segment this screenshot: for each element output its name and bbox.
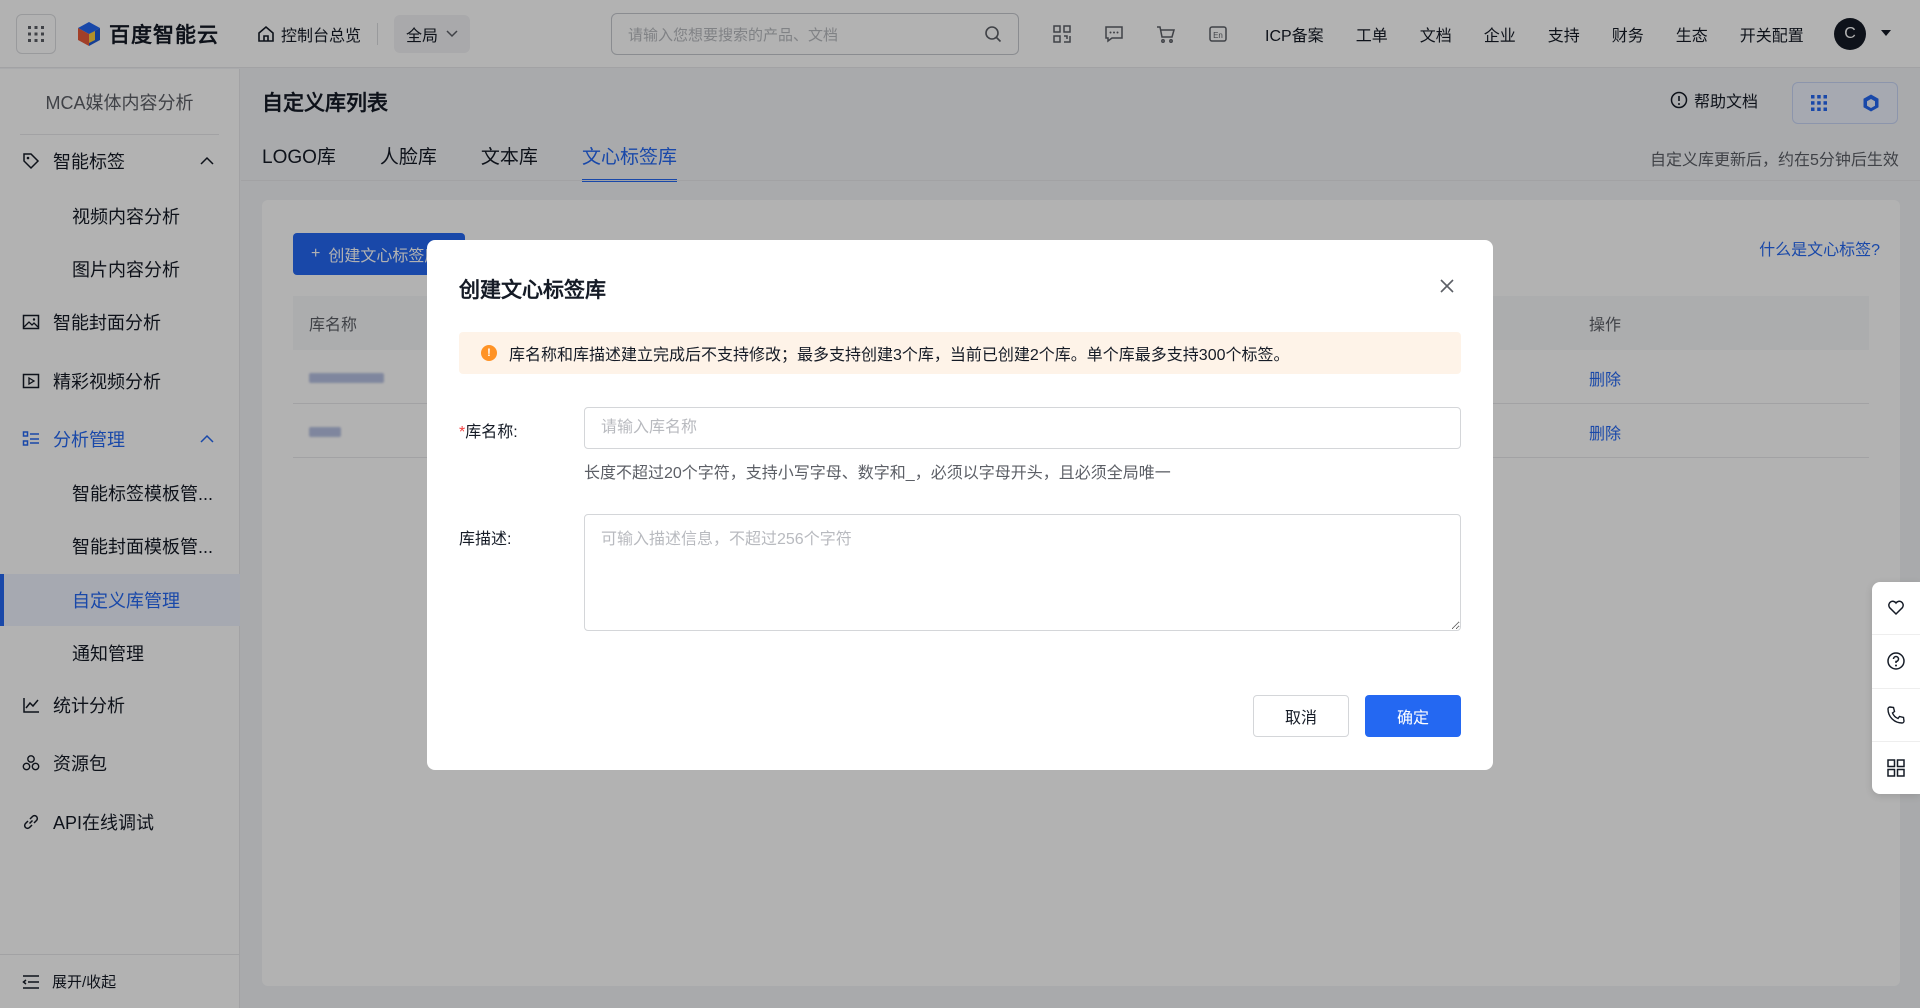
description-label: 库描述:: [459, 531, 512, 548]
create-library-dialog: 创建文心标签库 ! 库名称和库描述建立完成后不支持修改；最多支持创建3个库，当前…: [427, 240, 1493, 770]
library-description-textarea[interactable]: [584, 514, 1461, 631]
library-name-input[interactable]: [584, 407, 1461, 449]
close-icon[interactable]: [1439, 278, 1455, 294]
alert-text: 库名称和库描述建立完成后不支持修改；最多支持创建3个库，当前已创建2个库。单个库…: [509, 347, 1290, 364]
help-button[interactable]: [1872, 635, 1920, 689]
floating-toolbar: [1872, 582, 1920, 794]
dialog-title: 创建文心标签库: [459, 279, 606, 302]
question-icon: [1887, 652, 1905, 671]
cancel-button[interactable]: 取消: [1253, 695, 1349, 737]
feedback-button[interactable]: [1872, 582, 1920, 636]
warning-alert: ! 库名称和库描述建立完成后不支持修改；最多支持创建3个库，当前已创建2个库。单…: [459, 332, 1461, 374]
name-label: *库名称:: [459, 424, 518, 441]
apps-icon: [1887, 759, 1905, 777]
confirm-button[interactable]: 确定: [1365, 695, 1461, 737]
phone-icon: [1887, 705, 1905, 724]
contact-button[interactable]: [1872, 689, 1920, 742]
heart-chat-icon: [1888, 600, 1904, 616]
name-hint: 长度不超过20个字符，支持小写字母、数字和_，必须以字母开头，且必须全局唯一: [584, 465, 1171, 482]
more-apps-button[interactable]: [1872, 742, 1920, 794]
warning-icon: !: [481, 345, 497, 361]
